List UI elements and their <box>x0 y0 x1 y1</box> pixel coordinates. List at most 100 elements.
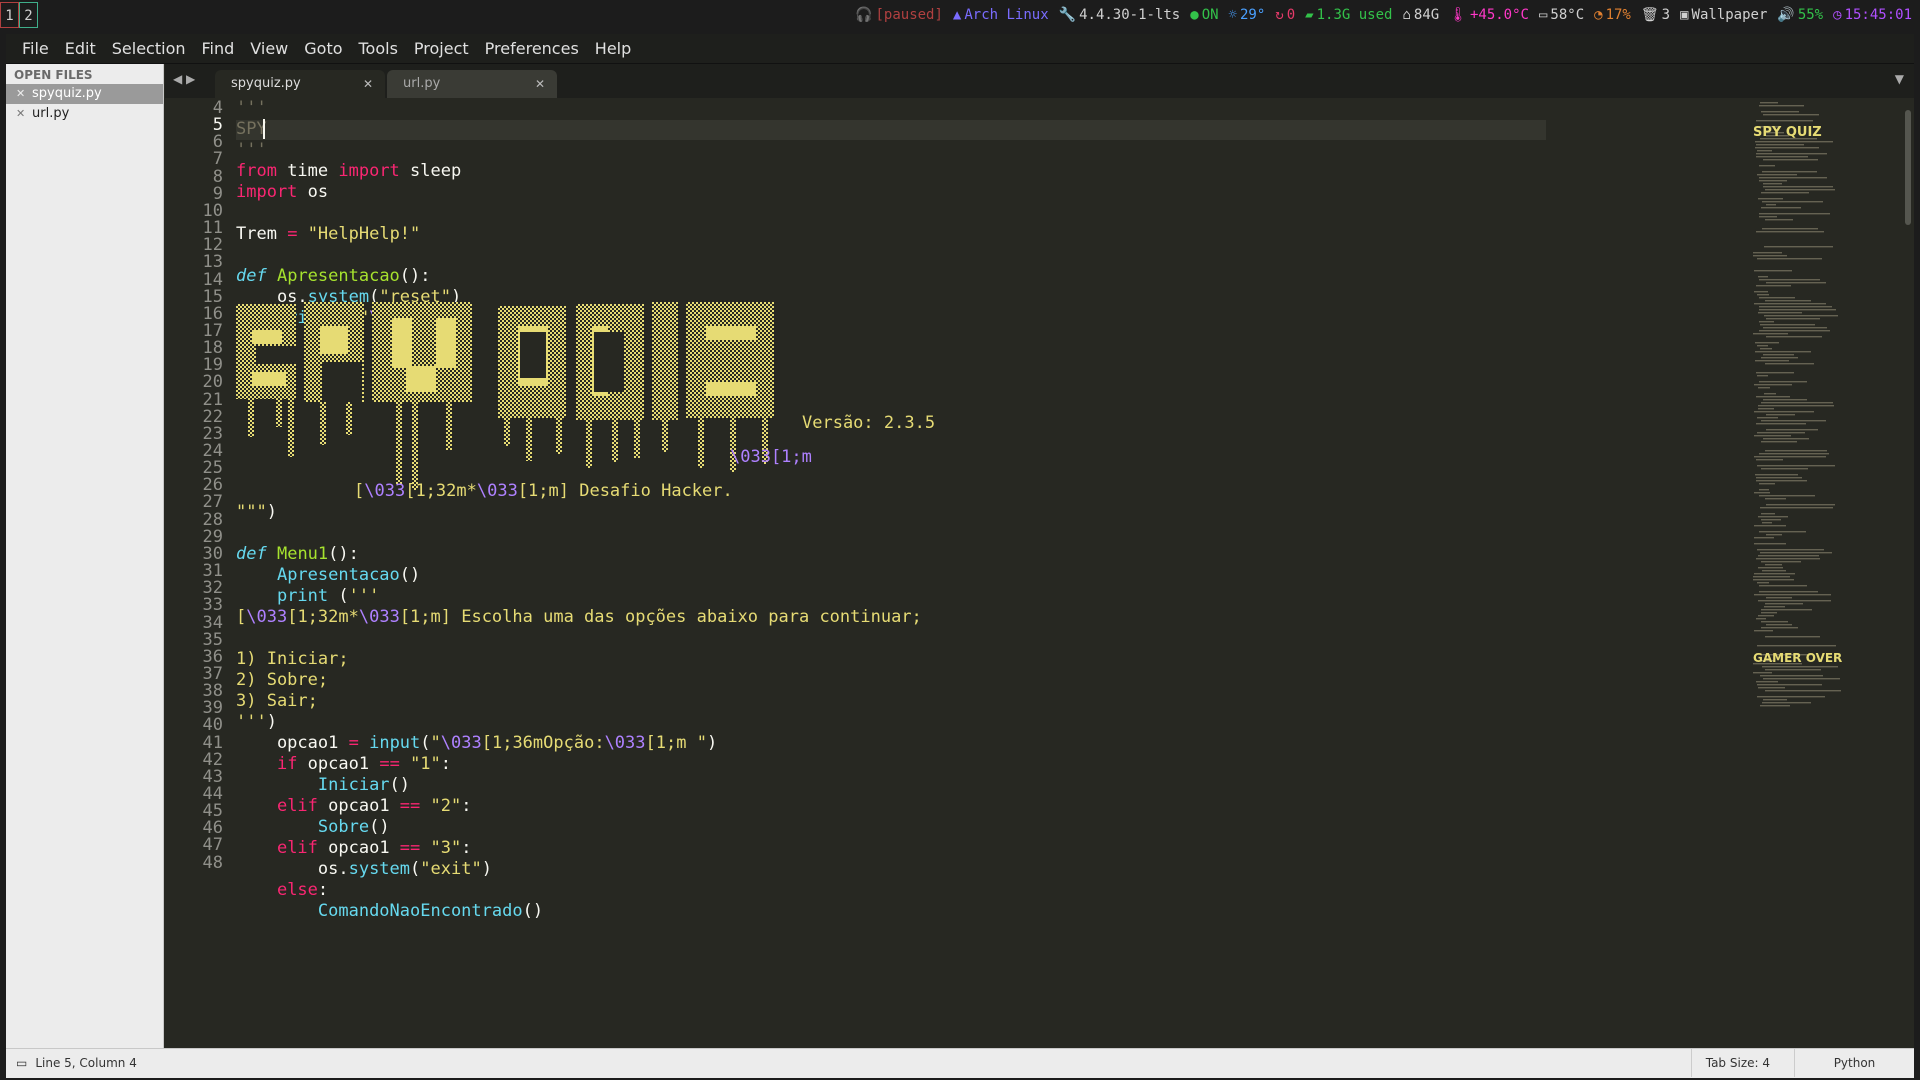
tab-url[interactable]: url.py ✕ <box>387 70 557 98</box>
menu-help[interactable]: Help <box>587 34 639 64</box>
sidebar-file-label: url.py <box>32 106 70 121</box>
code-line: import os <box>236 182 329 202</box>
close-icon[interactable]: ✕ <box>16 84 25 104</box>
globe-icon: ● <box>1190 7 1199 23</box>
clock-icon: ◷ <box>1833 7 1842 23</box>
tab-nav-arrows-icon[interactable]: ◀ ▶ <box>173 72 195 86</box>
monitor-icon: ▭ <box>1538 7 1548 23</box>
weather-text: 29° <box>1239 7 1266 23</box>
code-editor[interactable]: 4 5 6 7 8 9 10 11 12 13 14 15 16 17 18 19 20 21 22 23 24 25 26… <box>165 98 1914 1048</box>
cursor-position: Line 5, Column 4 <box>35 1056 137 1070</box>
kernel-status: 🔧 4.4.30-1-lts <box>1059 0 1181 30</box>
version-text: Versão: 2.3.5 <box>802 413 936 433</box>
tab-size-button[interactable]: Tab Size: 4 <box>1690 1049 1784 1077</box>
close-icon[interactable]: ✕ <box>363 70 373 98</box>
code-line: Trem = "HelpHelp!" <box>236 224 421 244</box>
code-line: ''') <box>236 712 277 732</box>
sublime-window: File Edit Selection Find View Goto Tools… <box>6 34 1914 1078</box>
music-status[interactable]: 🎧 [paused] <box>855 0 943 30</box>
menu-tools[interactable]: Tools <box>351 34 406 64</box>
code-line: ''' <box>236 98 267 118</box>
arch-logo-icon: ▲ <box>952 7 962 23</box>
trash-text: 3 <box>1661 7 1671 23</box>
disk-status: ⌂ 84G <box>1402 0 1439 30</box>
menu-find[interactable]: Find <box>194 34 243 64</box>
volume-text: 55% <box>1797 7 1824 23</box>
tab-spyquiz[interactable]: spyquiz.py ✕ <box>215 70 385 98</box>
close-icon[interactable]: ✕ <box>535 70 545 98</box>
sidebar-file-url[interactable]: ✕ url.py <box>6 104 163 124</box>
code-line: Versão: 2.3.5 <box>802 413 935 434</box>
wallpaper-status[interactable]: ▣ Wallpaper <box>1680 0 1767 30</box>
code-line: ''' <box>236 140 267 160</box>
menu-file[interactable]: File <box>14 34 57 64</box>
tab-bar: ◀ ▶ spyquiz.py ✕ url.py ✕ ▼ <box>165 64 1914 98</box>
code-line: [\033[1;32m*\033[1;m] Escolha uma das op… <box>236 607 922 627</box>
top-status-bar: 1 2 🎧 [paused] ▲ Arch Linux 🔧 4.4.30-1-lts … <box>0 0 1920 30</box>
sun-icon: ☼ <box>1228 7 1237 23</box>
line-number: 48 <box>202 852 223 873</box>
code-line: \033[1;m <box>730 447 812 468</box>
code-line: def Menu1(): <box>236 544 359 564</box>
cpu-temp-text: 58°C <box>1550 7 1585 23</box>
memory-text: 1.3G used <box>1316 7 1393 23</box>
open-files-heading: OPEN FILES <box>14 68 93 82</box>
menu-view[interactable]: View <box>242 34 296 64</box>
code-line: Iniciar() <box>317 775 411 795</box>
memory-status: ▰ 1.3G used <box>1305 0 1392 30</box>
vertical-scrollbar[interactable] <box>1905 110 1911 225</box>
code-line: """) <box>236 502 277 522</box>
syntax-button[interactable]: Python <box>1794 1049 1914 1077</box>
clock-text: 15:45:01 <box>1844 7 1912 23</box>
code-area[interactable]: ''' SPY ''' from time import sleep impor… <box>236 98 1546 1048</box>
panel-toggle-icon[interactable]: ▭ <box>16 1049 27 1077</box>
wallpaper-text: Wallpaper <box>1691 7 1768 23</box>
updates-text: 0 <box>1286 7 1296 23</box>
menu-preferences[interactable]: Preferences <box>477 34 587 64</box>
headphones-icon: 🎧 <box>855 7 873 23</box>
code-line: opcao1 = input("\033[1;36mOpção:\033[1;m… <box>236 733 718 753</box>
volume-status[interactable]: 🔊 55% <box>1777 0 1823 30</box>
disk-text: 84G <box>1413 7 1440 23</box>
code-line: elif opcao1 == "3": <box>276 838 472 858</box>
image-icon: ▣ <box>1680 7 1689 23</box>
music-status-text: [paused] <box>875 7 943 23</box>
cpu-text: 17% <box>1605 7 1631 23</box>
text-cursor <box>263 119 265 139</box>
code-line: print (''' <box>276 586 380 606</box>
menu-goto[interactable]: Goto <box>296 34 350 64</box>
wrench-icon: 🔧 <box>1058 7 1077 23</box>
escape-reset-text: \033[1;m <box>730 447 812 467</box>
minimap-spy-quiz-art: SPY QUIZ <box>1753 125 1822 140</box>
os-text: Arch Linux <box>964 7 1049 23</box>
desafio-escape-text: \033 <box>476 481 518 501</box>
menu-bar: File Edit Selection Find View Goto Tools… <box>6 34 1914 64</box>
code-line: Sobre() <box>317 817 390 837</box>
code-line: elif opcao1 == "2": <box>276 796 472 816</box>
gauge-icon: ◔ <box>1594 7 1603 23</box>
code-line: if opcao1 == "1": <box>276 754 452 774</box>
menu-selection[interactable]: Selection <box>104 34 194 64</box>
thermometer-icon: 🌡 <box>1449 7 1467 23</box>
close-icon[interactable]: ✕ <box>16 104 25 124</box>
code-line: from time import sleep <box>236 161 462 181</box>
sidebar-file-label: spyquiz.py <box>32 86 102 101</box>
code-line: [\033[1;32m*\033[1;m] Desafio Hacker. <box>354 481 733 502</box>
desafio-escape-text: \033 <box>364 481 406 501</box>
memory-icon: ▰ <box>1305 7 1314 23</box>
workspace-2-button[interactable]: 2 <box>19 2 38 28</box>
workspace-1-button[interactable]: 1 <box>0 2 19 28</box>
updates-status[interactable]: ↻ 0 <box>1275 0 1295 30</box>
code-line: 2) Sobre; <box>236 670 329 690</box>
refresh-icon: ↻ <box>1275 7 1284 23</box>
tab-overflow-icon[interactable]: ▼ <box>1895 72 1904 86</box>
speaker-icon: 🔊 <box>1777 7 1795 23</box>
code-line: ComandoNaoEncontrado() <box>317 901 544 921</box>
sidebar-file-spyquiz[interactable]: ✕ spyquiz.py <box>6 84 163 104</box>
menu-edit[interactable]: Edit <box>57 34 104 64</box>
trash-status[interactable]: 🗑 3 <box>1641 0 1670 30</box>
status-bar: ▭ Line 5, Column 4 Tab Size: 4 Python <box>6 1048 1914 1078</box>
os-status: ▲ Arch Linux <box>953 0 1049 30</box>
minimap[interactable]: SPY QUIZ GAMER OVER <box>1751 98 1891 1048</box>
menu-project[interactable]: Project <box>406 34 477 64</box>
